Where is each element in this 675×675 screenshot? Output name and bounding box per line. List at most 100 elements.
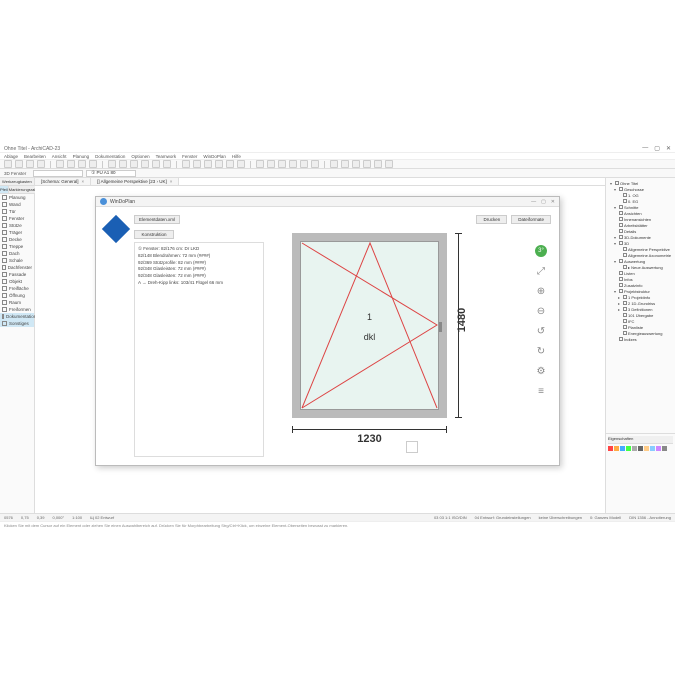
checkbox-icon[interactable] bbox=[619, 283, 623, 287]
expand-icon[interactable]: ▾ bbox=[614, 187, 618, 192]
doc-tab-0[interactable]: [Schema: General]× bbox=[35, 178, 91, 185]
tool-raum[interactable]: Raum bbox=[0, 299, 34, 306]
expand-icon[interactable]: ⤢ bbox=[535, 265, 547, 277]
checkbox-icon[interactable] bbox=[623, 301, 627, 305]
tool-öffnung[interactable]: Öffnung bbox=[0, 292, 34, 299]
list-item[interactable]: A → Dreh-Kipp links: 103/41 Flügel 66 mm bbox=[138, 280, 260, 287]
tool-dach[interactable]: Dach bbox=[0, 250, 34, 257]
dialog-minimize-icon[interactable]: — bbox=[531, 199, 536, 205]
list-item[interactable]: 92/369 Stützprofile: 82 mm (####) bbox=[138, 260, 260, 267]
checkbox-icon[interactable] bbox=[619, 211, 623, 215]
elementdata-button[interactable]: Elementdaten.xml bbox=[134, 215, 180, 224]
toolbar-btn-27[interactable] bbox=[341, 160, 349, 168]
tool-tür[interactable]: Tür bbox=[0, 208, 34, 215]
tool-fenster[interactable]: Fenster bbox=[0, 215, 34, 222]
color-swatch[interactable] bbox=[614, 446, 619, 451]
toolbar-btn-7[interactable] bbox=[89, 160, 97, 168]
toolbar-btn-22[interactable] bbox=[278, 160, 286, 168]
menu-fenster[interactable]: Fenster bbox=[182, 154, 197, 159]
tool-dokumentation[interactable]: Dokumentation bbox=[0, 313, 34, 320]
checkbox-icon[interactable] bbox=[623, 319, 627, 323]
zoom-out-icon[interactable]: ⊖ bbox=[535, 305, 547, 317]
expand-icon[interactable]: ▾ bbox=[614, 235, 618, 240]
list-item[interactable]: 92/348 Glasleisten: 72 mm (####) bbox=[138, 266, 260, 273]
tool-decke[interactable]: Decke bbox=[0, 236, 34, 243]
expand-icon[interactable]: ▾ bbox=[614, 205, 618, 210]
toolbar-btn-14[interactable] bbox=[182, 160, 190, 168]
toolbar-btn-24[interactable] bbox=[300, 160, 308, 168]
layer-dropdown[interactable]: ① PU A1 80 bbox=[86, 170, 136, 177]
expand-icon[interactable]: ▸ bbox=[618, 307, 622, 312]
toolbar-btn-23[interactable] bbox=[289, 160, 297, 168]
color-swatch[interactable] bbox=[620, 446, 625, 451]
list-item[interactable]: 92/348 Glasleisten: 72 mm (####) bbox=[138, 273, 260, 280]
toolbar-btn-15[interactable] bbox=[193, 160, 201, 168]
close-tab-icon[interactable]: × bbox=[170, 179, 173, 184]
toolbar-btn-8[interactable] bbox=[108, 160, 116, 168]
tool-objekt[interactable]: Objekt bbox=[0, 278, 34, 285]
checkbox-icon[interactable] bbox=[619, 235, 623, 239]
construction-tab[interactable]: Konstruktion bbox=[134, 230, 174, 239]
menu-ablage[interactable]: Ablage bbox=[4, 154, 18, 159]
checkbox-icon[interactable] bbox=[623, 307, 627, 311]
toolbar-btn-19[interactable] bbox=[237, 160, 245, 168]
checkbox-icon[interactable] bbox=[619, 259, 623, 263]
maximize-icon[interactable]: ▢ bbox=[654, 145, 660, 152]
toolbar-btn-5[interactable] bbox=[67, 160, 75, 168]
zoom-in-icon[interactable]: ⊕ bbox=[535, 285, 547, 297]
color-swatch[interactable] bbox=[662, 446, 667, 451]
angle-badge[interactable]: 3° bbox=[535, 245, 547, 257]
expand-icon[interactable]: ▾ bbox=[614, 259, 618, 264]
toolbar-btn-11[interactable] bbox=[141, 160, 149, 168]
dialog-maximize-icon[interactable]: ▢ bbox=[541, 199, 546, 205]
preview-footer-icon[interactable] bbox=[406, 441, 418, 453]
layers-icon[interactable]: ≡ bbox=[535, 385, 547, 397]
checkbox-icon[interactable] bbox=[623, 265, 627, 269]
toolbar-btn-25[interactable] bbox=[311, 160, 319, 168]
doc-tab-1[interactable]: [] Allgemeine Perspektive [23 › UK]× bbox=[91, 178, 179, 185]
checkbox-icon[interactable] bbox=[623, 253, 627, 257]
minimize-icon[interactable]: — bbox=[642, 145, 648, 152]
checkbox-icon[interactable] bbox=[623, 193, 627, 197]
fileformat-button[interactable]: Dateiformate bbox=[511, 215, 551, 224]
expand-icon[interactable]: ▾ bbox=[614, 289, 618, 294]
tool-freifläche[interactable]: Freifläche bbox=[0, 285, 34, 292]
menu-dokumentation[interactable]: Dokumentation bbox=[95, 154, 125, 159]
color-swatch[interactable] bbox=[644, 446, 649, 451]
settings-icon[interactable]: ⚙ bbox=[535, 365, 547, 377]
checkbox-icon[interactable] bbox=[619, 337, 623, 341]
list-item[interactable]: 82/148 Blendrahmen: 72 mm (####) bbox=[138, 253, 260, 260]
list-item[interactable]: ① Fenster: 82/176 cm: Dr LKD bbox=[138, 246, 260, 253]
expand-icon[interactable]: ▾ bbox=[610, 181, 614, 186]
rotate-cw-icon[interactable]: ↻ bbox=[535, 345, 547, 357]
tool-planung[interactable]: Planung bbox=[0, 194, 34, 201]
toolbar-btn-2[interactable] bbox=[26, 160, 34, 168]
print-button[interactable]: Drucken bbox=[476, 215, 507, 224]
toolbar-btn-26[interactable] bbox=[330, 160, 338, 168]
tool-stütze[interactable]: Stütze bbox=[0, 222, 34, 229]
toolbar-btn-21[interactable] bbox=[267, 160, 275, 168]
menu-hilfe[interactable]: Hilfe bbox=[232, 154, 241, 159]
toolbar-btn-28[interactable] bbox=[352, 160, 360, 168]
rotate-ccw-icon[interactable]: ↺ bbox=[535, 325, 547, 337]
toolbar-btn-10[interactable] bbox=[130, 160, 138, 168]
tool-freiformen[interactable]: Freiformen bbox=[0, 306, 34, 313]
close-icon[interactable]: ✕ bbox=[666, 145, 671, 152]
expand-icon[interactable]: ▸ bbox=[618, 301, 622, 306]
toolbar-btn-9[interactable] bbox=[119, 160, 127, 168]
menu-teamwork[interactable]: Teamwork bbox=[156, 154, 177, 159]
dialog-close-icon[interactable]: ✕ bbox=[551, 199, 555, 205]
color-swatch[interactable] bbox=[638, 446, 643, 451]
checkbox-icon[interactable] bbox=[623, 199, 627, 203]
checkbox-icon[interactable] bbox=[619, 223, 623, 227]
color-swatch[interactable] bbox=[608, 446, 613, 451]
toolbar-btn-4[interactable] bbox=[56, 160, 64, 168]
tool-dachfenster[interactable]: Dachfenster bbox=[0, 264, 34, 271]
color-swatch[interactable] bbox=[632, 446, 637, 451]
expand-icon[interactable]: ▾ bbox=[614, 241, 618, 246]
toolbar-btn-1[interactable] bbox=[15, 160, 23, 168]
toolbar-btn-30[interactable] bbox=[374, 160, 382, 168]
tool-schale[interactable]: Schale bbox=[0, 257, 34, 264]
toolbar-btn-31[interactable] bbox=[385, 160, 393, 168]
checkbox-icon[interactable] bbox=[619, 187, 623, 191]
